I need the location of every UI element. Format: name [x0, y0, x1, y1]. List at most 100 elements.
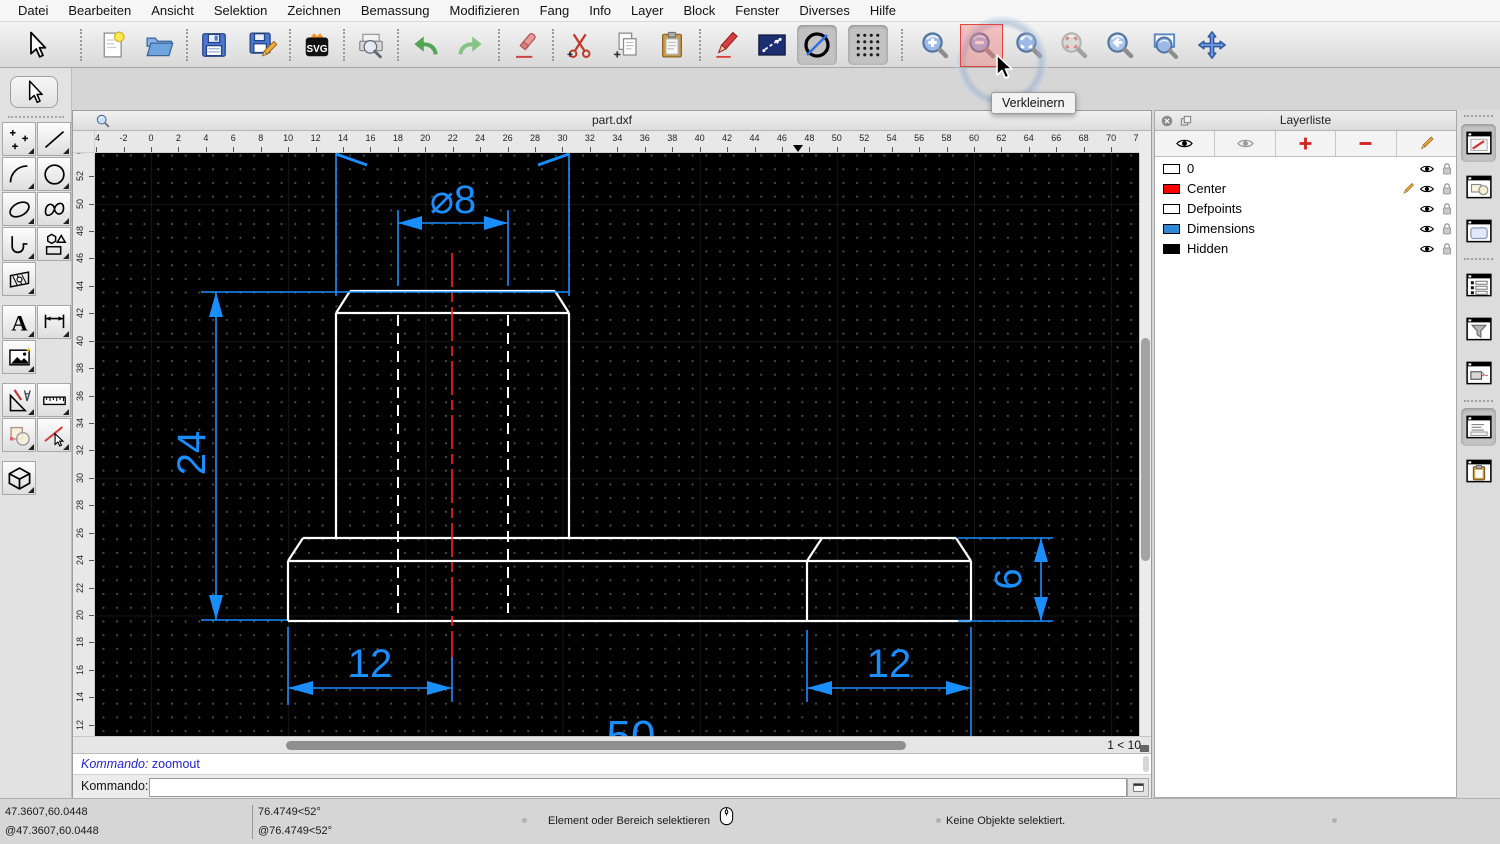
circle-tool-button[interactable] [37, 157, 71, 191]
history-scrollbar[interactable] [1143, 756, 1149, 772]
paste-button[interactable] [652, 25, 692, 65]
polyline-tool-button[interactable] [2, 227, 36, 261]
measure-tool-button[interactable] [37, 383, 71, 417]
layer-row-0[interactable]: 0 [1155, 159, 1456, 179]
dock-library-button[interactable] [1461, 212, 1496, 250]
vertical-scroll-thumb[interactable] [1141, 338, 1150, 561]
layer-color-swatch[interactable] [1163, 204, 1180, 214]
spline-tool-button[interactable] [37, 192, 71, 226]
menu-diverses[interactable]: Diverses [789, 0, 860, 22]
layer-row-dimensions[interactable]: Dimensions [1155, 219, 1456, 239]
zoom-in-button[interactable] [915, 25, 955, 65]
layer-color-swatch[interactable] [1163, 224, 1180, 234]
ellipse-tool-button[interactable] [2, 192, 36, 226]
horizontal-scroll-thumb[interactable] [286, 741, 906, 750]
eye-icon[interactable] [1419, 161, 1435, 177]
menu-selektion[interactable]: Selektion [204, 0, 277, 22]
dimension-tool-button[interactable] [37, 305, 71, 339]
new-file-button[interactable] [93, 25, 133, 65]
dock-property-list-button[interactable] [1461, 266, 1496, 304]
command-input[interactable] [149, 778, 1127, 797]
eye-icon[interactable] [1419, 181, 1435, 197]
menu-modifizieren[interactable]: Modifizieren [440, 0, 530, 22]
menu-bearbeiten[interactable]: Bearbeiten [58, 0, 141, 22]
lock-icon[interactable] [1439, 161, 1455, 177]
image-tool-button[interactable] [2, 340, 36, 374]
menu-fenster[interactable]: Fenster [725, 0, 789, 22]
menu-bemassung[interactable]: Bemassung [351, 0, 440, 22]
arc-tool-button[interactable] [2, 157, 36, 191]
layer-color-swatch[interactable] [1163, 164, 1180, 174]
line-tool-button[interactable] [752, 25, 792, 65]
layer-toolbar-pencil-orange-button[interactable] [1397, 131, 1456, 156]
points-tool-button[interactable] [2, 122, 36, 156]
trim-tool-button[interactable] [37, 418, 71, 452]
save-as-button[interactable] [242, 25, 282, 65]
cut-button[interactable] [560, 25, 600, 65]
layer-toolbar-minus-red-button[interactable] [1336, 131, 1397, 156]
layer-toolbar-eye-gray-button[interactable] [1215, 131, 1276, 156]
dock-block-list-button[interactable] [1461, 168, 1496, 206]
minus-red-icon [1359, 142, 1372, 145]
lock-icon[interactable] [1439, 181, 1455, 197]
hatch-tool-button[interactable] [2, 262, 36, 296]
lock-icon[interactable] [1439, 221, 1455, 237]
box3d-tool-button[interactable] [2, 461, 36, 495]
zoom-previous-button[interactable] [1100, 25, 1140, 65]
line-tool-button[interactable] [37, 122, 71, 156]
shapes-tool-button[interactable] [37, 227, 71, 261]
layer-toolbar-plus-red-button[interactable] [1276, 131, 1337, 156]
delete-eraser-button[interactable] [506, 25, 546, 65]
drawing-canvas[interactable]: ⌀8 24 6 12 12 50 [95, 153, 1139, 736]
svg-export-button[interactable]: SVG [297, 25, 337, 65]
undo-button[interactable] [405, 25, 445, 65]
print-preview-button[interactable] [351, 25, 391, 65]
menu-info[interactable]: Info [579, 0, 621, 22]
menu-layer[interactable]: Layer [621, 0, 674, 22]
dock-wall-button[interactable] [1461, 354, 1496, 392]
eye-icon[interactable] [1419, 221, 1435, 237]
drafting-tool-button[interactable] [2, 383, 36, 417]
layer-color-swatch[interactable] [1163, 184, 1180, 194]
menu-datei[interactable]: Datei [8, 0, 58, 22]
select-tool-button[interactable] [10, 76, 58, 108]
command-panel-button[interactable] [1127, 778, 1149, 797]
selection-arrow-button[interactable] [16, 25, 56, 65]
menu-hilfe[interactable]: Hilfe [860, 0, 906, 22]
pan-button[interactable] [1192, 25, 1232, 65]
redo-button[interactable] [451, 25, 491, 65]
zoom-window-button[interactable] [1146, 25, 1186, 65]
layer-row-defpoints[interactable]: Defpoints [1155, 199, 1456, 219]
dock-command-line-button[interactable] [1461, 408, 1496, 446]
eye-icon[interactable] [1419, 241, 1435, 257]
draw-pencil-button[interactable] [707, 25, 747, 65]
grid-toggle-button[interactable] [848, 25, 888, 65]
canvas-vertical-scrollbar[interactable] [1139, 153, 1151, 736]
layer-color-swatch[interactable] [1163, 244, 1180, 254]
circle-tool-button[interactable] [797, 25, 837, 65]
eye-icon[interactable] [1419, 201, 1435, 217]
menu-fang[interactable]: Fang [530, 0, 580, 22]
zoom-auto-button[interactable] [1054, 25, 1094, 65]
save-button[interactable] [194, 25, 234, 65]
dock-clipboard-button[interactable] [1461, 452, 1496, 490]
layer-row-hidden[interactable]: Hidden [1155, 239, 1456, 259]
lock-icon[interactable] [1439, 241, 1455, 257]
text-tool-button[interactable]: A [2, 305, 36, 339]
lock-icon[interactable] [1439, 201, 1455, 217]
dock-layer-list-button[interactable] [1461, 124, 1496, 162]
menu-block[interactable]: Block [673, 0, 725, 22]
layer-row-center[interactable]: Center [1155, 179, 1456, 199]
layer-panel-titlebar[interactable]: Layerliste [1155, 111, 1456, 131]
ruler-label: 14 [338, 133, 349, 143]
menu-ansicht[interactable]: Ansicht [141, 0, 204, 22]
document-titlebar[interactable]: part.dxf [73, 111, 1151, 131]
dock-selection-filter-button[interactable] [1461, 310, 1496, 348]
copy-button[interactable] [606, 25, 646, 65]
menu-zeichnen[interactable]: Zeichnen [277, 0, 350, 22]
modify-tool-button[interactable] [2, 418, 36, 452]
open-file-button[interactable] [139, 25, 179, 65]
ruler-label: 38 [667, 133, 678, 143]
layer-toolbar-eye-black-button[interactable] [1155, 131, 1216, 156]
canvas-horizontal-scrollbar[interactable]: 1 < 10 [73, 736, 1151, 753]
